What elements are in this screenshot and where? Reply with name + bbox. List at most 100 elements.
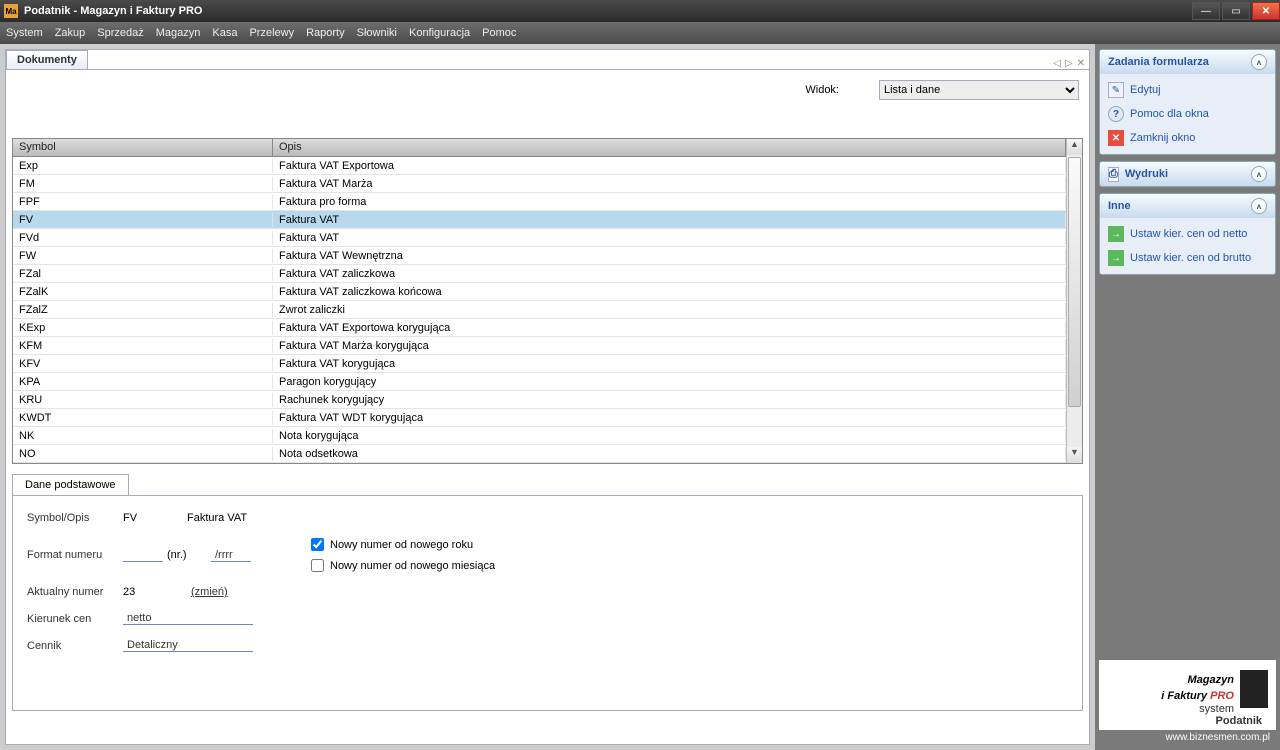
chevron-up-icon[interactable]: ʌ: [1251, 166, 1267, 182]
cennik-label: Cennik: [27, 640, 123, 652]
cell-opis: Zwrot zaliczki: [273, 303, 1066, 317]
cell-symbol: FZal: [13, 267, 273, 281]
tab-dane-podstawowe[interactable]: Dane podstawowe: [12, 474, 129, 495]
table-row[interactable]: KFMFaktura VAT Marża korygująca: [13, 337, 1066, 355]
window-title: Podatnik - Magazyn i Faktury PRO: [24, 5, 202, 17]
table-row[interactable]: FZalKFaktura VAT zaliczkowa końcowa: [13, 283, 1066, 301]
cell-symbol: FW: [13, 249, 273, 263]
silhouette-icon: [1240, 670, 1268, 708]
cell-opis: Faktura VAT Marża korygująca: [273, 339, 1066, 353]
cell-symbol: FZalK: [13, 285, 273, 299]
kierunek-cen-field[interactable]: netto: [123, 612, 253, 625]
col-header-symbol[interactable]: Symbol: [13, 139, 273, 156]
menu-system[interactable]: System: [6, 27, 43, 39]
cell-opis: Faktura VAT Wewnętrzna: [273, 249, 1066, 263]
cell-opis: Nota korygująca: [273, 429, 1066, 443]
cell-symbol: KRU: [13, 393, 273, 407]
cell-symbol: Exp: [13, 159, 273, 173]
scroll-up-icon[interactable]: ▲: [1067, 139, 1082, 155]
symbol-opis-label: Symbol/Opis: [27, 512, 123, 524]
brand-footer: Magazyn i Faktury PRO systemPodatnik: [1099, 660, 1276, 730]
arrow-right-icon: →: [1108, 250, 1124, 266]
tab-next-icon[interactable]: ▷: [1065, 58, 1073, 69]
menu-bar: System Zakup Sprzedaż Magazyn Kasa Przelewy Ra…: [0, 22, 1280, 44]
table-row[interactable]: ExpFaktura VAT Exportowa: [13, 157, 1066, 175]
table-row[interactable]: KWDTFaktura VAT WDT korygująca: [13, 409, 1066, 427]
menu-pomoc[interactable]: Pomoc: [482, 27, 516, 39]
table-row[interactable]: KExpFaktura VAT Exportowa korygująca: [13, 319, 1066, 337]
menu-zakup[interactable]: Zakup: [55, 27, 86, 39]
action-edit[interactable]: ✎Edytuj: [1102, 78, 1273, 102]
help-icon: ?: [1108, 106, 1124, 122]
cell-opis: Paragon korygujący: [273, 375, 1066, 389]
opis-value: Faktura VAT: [187, 512, 247, 524]
menu-raporty[interactable]: Raporty: [306, 27, 345, 39]
table-row[interactable]: FPFFaktura pro forma: [13, 193, 1066, 211]
action-cen-netto[interactable]: →Ustaw kier. cen od netto: [1102, 222, 1273, 246]
table-row[interactable]: FZalFaktura VAT zaliczkowa: [13, 265, 1066, 283]
col-header-opis[interactable]: Opis: [273, 139, 1066, 156]
table-row[interactable]: FMFaktura VAT Marża: [13, 175, 1066, 193]
nr-brace: (nr.): [167, 549, 207, 561]
chk-new-month[interactable]: Nowy numer od nowego miesiąca: [311, 559, 495, 572]
chevron-up-icon[interactable]: ʌ: [1251, 198, 1267, 214]
table-row[interactable]: NONota odsetkowa: [13, 445, 1066, 463]
arrow-right-icon: →: [1108, 226, 1124, 242]
menu-sprzedaż[interactable]: Sprzedaż: [97, 27, 143, 39]
cell-opis: Faktura VAT Exportowa: [273, 159, 1066, 173]
cell-opis: Faktura VAT zaliczkowa końcowa: [273, 285, 1066, 299]
cell-opis: Nota odsetkowa: [273, 447, 1066, 461]
document-tab-bar: Dokumenty ◁ ▷ ✕: [5, 49, 1090, 69]
close-button[interactable]: ✕: [1252, 2, 1280, 20]
cell-opis: Faktura VAT korygująca: [273, 357, 1066, 371]
menu-słowniki[interactable]: Słowniki: [357, 27, 397, 39]
table-row[interactable]: KFVFaktura VAT korygująca: [13, 355, 1066, 373]
widok-select[interactable]: Lista i dane: [879, 80, 1079, 100]
cell-symbol: KFM: [13, 339, 273, 353]
action-close-window[interactable]: ✕Zamknij okno: [1102, 126, 1273, 150]
chk-new-year[interactable]: Nowy numer od nowego roku: [311, 538, 495, 551]
chevron-up-icon[interactable]: ʌ: [1251, 54, 1267, 70]
maximize-button[interactable]: ▭: [1222, 2, 1250, 20]
table-row[interactable]: KPAParagon korygujący: [13, 373, 1066, 391]
cell-opis: Faktura VAT Marża: [273, 177, 1066, 191]
menu-przelewy[interactable]: Przelewy: [249, 27, 294, 39]
format-suffix-field[interactable]: /rrrr: [211, 549, 251, 562]
site-url: www.biznesmen.com.pl: [1099, 730, 1276, 745]
cell-opis: Faktura VAT WDT korygująca: [273, 411, 1066, 425]
detail-panel: Symbol/Opis FV Faktura VAT Format numeru…: [12, 495, 1083, 711]
table-row[interactable]: FWFaktura VAT Wewnętrzna: [13, 247, 1066, 265]
tab-close-icon[interactable]: ✕: [1077, 58, 1085, 69]
table-row[interactable]: FVFaktura VAT: [13, 211, 1066, 229]
cell-opis: Faktura VAT: [273, 213, 1066, 227]
grid-scrollbar[interactable]: ▲ ▼: [1066, 139, 1082, 463]
zmien-link[interactable]: (zmień): [191, 586, 228, 598]
cell-opis: Faktura VAT: [273, 231, 1066, 245]
table-row[interactable]: FZalZZwrot zaliczki: [13, 301, 1066, 319]
panel-wydruki-title: Wydruki: [1125, 168, 1251, 180]
minimize-button[interactable]: —: [1192, 2, 1220, 20]
panel-inne: Inneʌ →Ustaw kier. cen od netto →Ustaw k…: [1099, 193, 1276, 275]
tab-dokumenty[interactable]: Dokumenty: [6, 50, 88, 69]
menu-magazyn[interactable]: Magazyn: [156, 27, 201, 39]
action-help[interactable]: ?Pomoc dla okna: [1102, 102, 1273, 126]
tab-prev-icon[interactable]: ◁: [1053, 58, 1061, 69]
menu-konfiguracja[interactable]: Konfiguracja: [409, 27, 470, 39]
cell-symbol: KFV: [13, 357, 273, 371]
menu-kasa[interactable]: Kasa: [212, 27, 237, 39]
cell-symbol: FPF: [13, 195, 273, 209]
scroll-down-icon[interactable]: ▼: [1067, 447, 1082, 463]
documents-grid: Symbol Opis ExpFaktura VAT ExportowaFMFa…: [12, 138, 1083, 464]
table-row[interactable]: NKNota korygująca: [13, 427, 1066, 445]
cell-symbol: NO: [13, 447, 273, 461]
table-row[interactable]: FVdFaktura VAT: [13, 229, 1066, 247]
scroll-thumb[interactable]: [1068, 157, 1081, 407]
kierunek-cen-label: Kierunek cen: [27, 613, 123, 625]
table-row[interactable]: KRURachunek korygujący: [13, 391, 1066, 409]
format-numeru-label: Format numeru: [27, 549, 123, 561]
cell-symbol: FM: [13, 177, 273, 191]
widok-label: Widok:: [805, 84, 839, 96]
action-cen-brutto[interactable]: →Ustaw kier. cen od brutto: [1102, 246, 1273, 270]
cennik-field[interactable]: Detaliczny: [123, 639, 253, 652]
format-prefix-field[interactable]: [123, 549, 163, 562]
